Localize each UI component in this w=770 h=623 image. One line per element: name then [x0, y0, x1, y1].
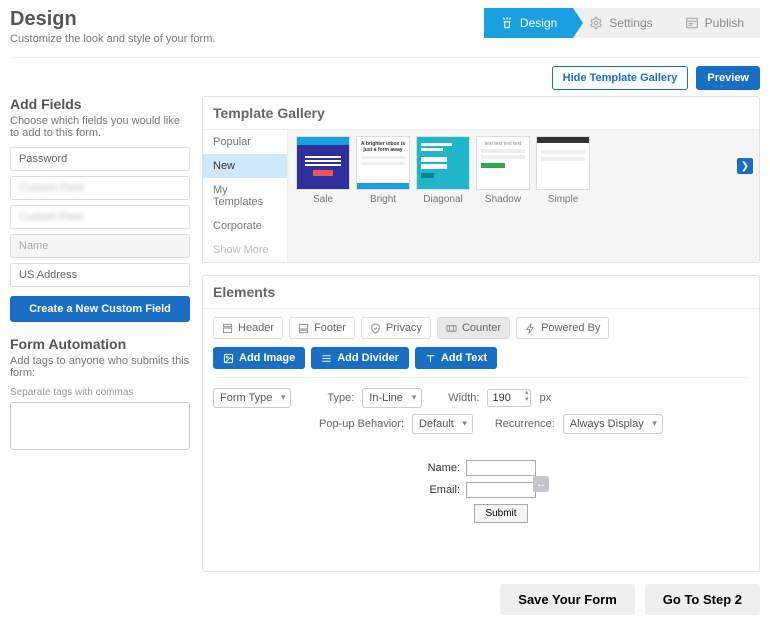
template-simple[interactable]: Simple	[536, 136, 590, 205]
recurrence-select[interactable]: Always Display	[563, 414, 663, 434]
image-icon	[223, 353, 234, 364]
chip-footer[interactable]: Footer	[289, 317, 355, 339]
width-label: Width:	[448, 392, 479, 404]
field-item-usaddress[interactable]: US Address	[10, 263, 190, 287]
footer-icon	[298, 323, 309, 334]
popup-label: Pop-up Behavior:	[319, 418, 404, 430]
step-design[interactable]: Design	[484, 8, 573, 38]
template-gallery-panel: Template Gallery Popular New My Template…	[202, 96, 760, 263]
type-label: Type:	[327, 392, 354, 404]
field-item-blurred[interactable]: Custom Field	[10, 176, 190, 200]
publish-icon	[685, 16, 699, 30]
popup-select[interactable]: Default	[412, 414, 473, 434]
field-item-blurred[interactable]: Custom Field	[10, 205, 190, 229]
chip-header[interactable]: Header	[213, 317, 283, 339]
add-fields-sub: Choose which fields you would like to ad…	[10, 115, 190, 139]
divider-icon	[321, 353, 332, 364]
step-settings[interactable]: Settings	[573, 8, 668, 38]
gallery-cat-new[interactable]: New	[203, 154, 287, 178]
divider	[10, 57, 760, 58]
bolt-icon	[525, 323, 536, 334]
gallery-cat-showmore[interactable]: Show More	[203, 238, 287, 262]
chip-counter[interactable]: Counter	[437, 317, 510, 339]
design-icon	[500, 16, 514, 30]
form-preview: Name: Email: Submit ↔	[213, 440, 749, 563]
tags-input[interactable]	[10, 402, 190, 450]
elements-title: Elements	[203, 276, 759, 308]
preview-name-label: Name:	[426, 462, 460, 474]
next-step-button[interactable]: Go To Step 2	[645, 584, 760, 615]
step-publish[interactable]: Publish	[669, 8, 760, 38]
text-icon	[425, 353, 436, 364]
width-input[interactable]: 190	[487, 389, 531, 407]
chip-powered[interactable]: Powered By	[516, 317, 609, 339]
gallery-cat-mytemplates[interactable]: My Templates	[203, 178, 287, 214]
gallery-cat-popular[interactable]: Popular	[203, 130, 287, 154]
tags-hint: Separate tags with commas	[10, 387, 190, 398]
save-form-button[interactable]: Save Your Form	[500, 584, 635, 615]
preview-submit-button[interactable]: Submit	[474, 504, 527, 523]
gallery-title: Template Gallery	[203, 97, 759, 129]
add-divider-button[interactable]: Add Divider	[311, 347, 409, 369]
automation-sub: Add tags to anyone who submits this form…	[10, 355, 190, 379]
shield-icon	[370, 323, 381, 334]
template-shadow[interactable]: text text text text Shadow	[476, 136, 530, 205]
hide-gallery-button[interactable]: Hide Template Gallery	[552, 66, 689, 90]
gear-icon	[589, 16, 603, 30]
add-fields-title: Add Fields	[10, 96, 190, 112]
create-custom-field-button[interactable]: Create a New Custom Field	[10, 296, 190, 322]
template-diagonal[interactable]: Diagonal	[416, 136, 470, 205]
resize-handle[interactable]: ↔	[533, 476, 549, 492]
field-item-password[interactable]: Password	[10, 147, 190, 171]
preview-button[interactable]: Preview	[696, 66, 760, 90]
add-text-button[interactable]: Add Text	[415, 347, 497, 369]
preview-email-input[interactable]	[466, 482, 536, 498]
automation-title: Form Automation	[10, 336, 190, 352]
elements-panel: Elements Header Footer Privacy Counter P…	[202, 275, 760, 572]
chip-privacy[interactable]: Privacy	[361, 317, 431, 339]
stepper: Design Settings Publish	[484, 8, 760, 38]
width-unit: px	[539, 392, 551, 404]
template-sale[interactable]: Sale	[296, 136, 350, 205]
recurrence-label: Recurrence:	[495, 418, 555, 430]
add-image-button[interactable]: Add Image	[213, 347, 305, 369]
preview-name-input[interactable]	[466, 460, 536, 476]
gallery-cat-corporate[interactable]: Corporate	[203, 214, 287, 238]
preview-email-label: Email:	[426, 484, 460, 496]
field-item-name[interactable]: Name	[10, 234, 190, 258]
page-subtitle: Customize the look and style of your for…	[10, 33, 215, 45]
type-select[interactable]: In-Line	[362, 388, 422, 408]
form-type-select[interactable]: Form Type	[213, 388, 291, 408]
page-title: Design	[10, 8, 215, 31]
template-next-button[interactable]: ❯	[737, 158, 753, 174]
template-bright[interactable]: A brighter inbox is just a form away Bri…	[356, 136, 410, 205]
counter-icon	[446, 323, 457, 334]
header-icon	[222, 323, 233, 334]
